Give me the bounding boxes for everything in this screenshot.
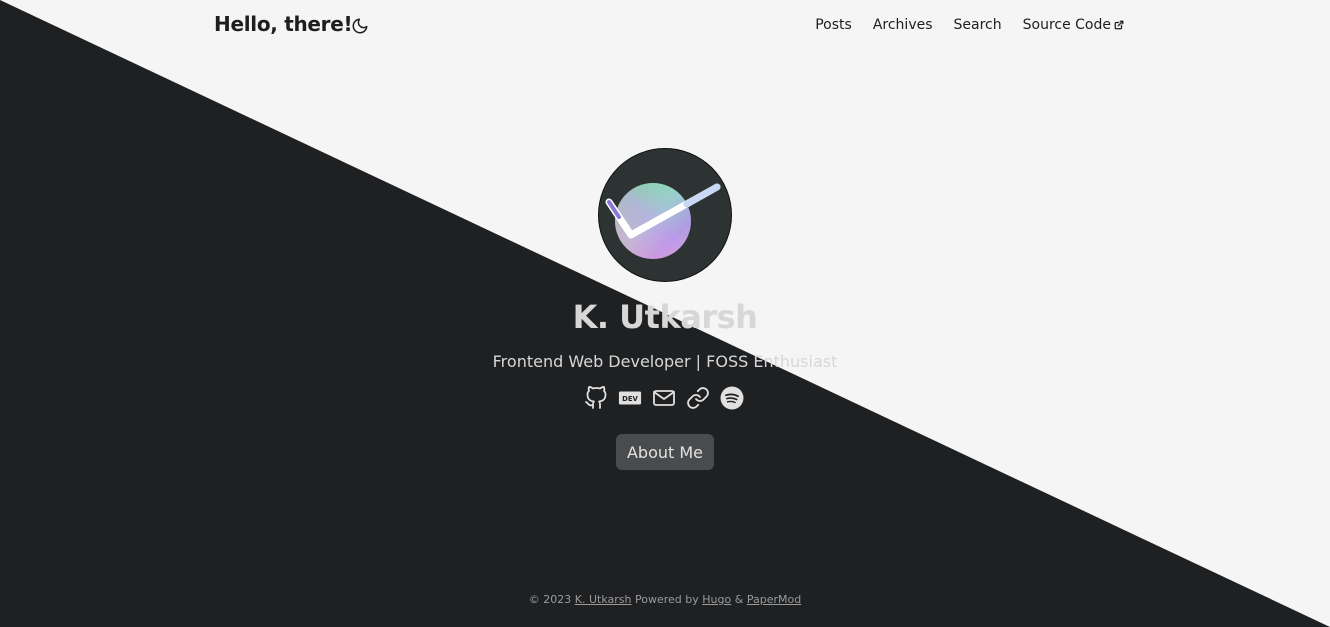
nav-source-code-label: Source Code [1022, 17, 1111, 33]
footer-author-link[interactable]: K. Utkarsh [575, 593, 632, 606]
github-icon[interactable] [584, 385, 608, 411]
profile-subtitle: Frontend Web Developer | FOSS Enthusiast [492, 352, 838, 371]
link-icon[interactable] [686, 385, 710, 411]
header: Hello, there! Posts Archives Search Sour… [214, 0, 1124, 52]
svg-text:DEV: DEV [622, 395, 638, 403]
about-me-button[interactable]: About Me [616, 434, 714, 470]
avatar [598, 148, 732, 282]
footer-hugo-link[interactable]: Hugo [702, 593, 731, 606]
nav-source-code[interactable]: Source Code [1023, 17, 1124, 33]
social-icons: DEV [584, 385, 744, 411]
main-nav: Posts Archives Search Source Code [815, 17, 1124, 33]
site-title[interactable]: Hello, there! [214, 12, 353, 36]
footer-amp: & [734, 593, 744, 606]
nav-posts[interactable]: Posts [815, 17, 852, 33]
page: Hello, there! Posts Archives Search Sour… [0, 0, 1330, 627]
moon-icon[interactable] [351, 17, 369, 35]
footer-powered-by: Powered by [635, 593, 699, 606]
footer-copyright: © 2023 [528, 593, 572, 606]
footer-papermod-link[interactable]: PaperMod [747, 593, 801, 606]
mail-icon[interactable] [652, 385, 676, 411]
nav-archives[interactable]: Archives [873, 17, 933, 33]
profile-name: K. Utkarsh [572, 298, 758, 336]
avatar-logo [605, 183, 721, 259]
nav-search[interactable]: Search [954, 17, 1002, 33]
dev-icon[interactable]: DEV [618, 385, 642, 411]
spotify-icon[interactable] [720, 385, 744, 411]
external-link-icon [1114, 20, 1124, 30]
footer: © 2023 K. Utkarsh Powered by Hugo & Pape… [0, 593, 1330, 606]
